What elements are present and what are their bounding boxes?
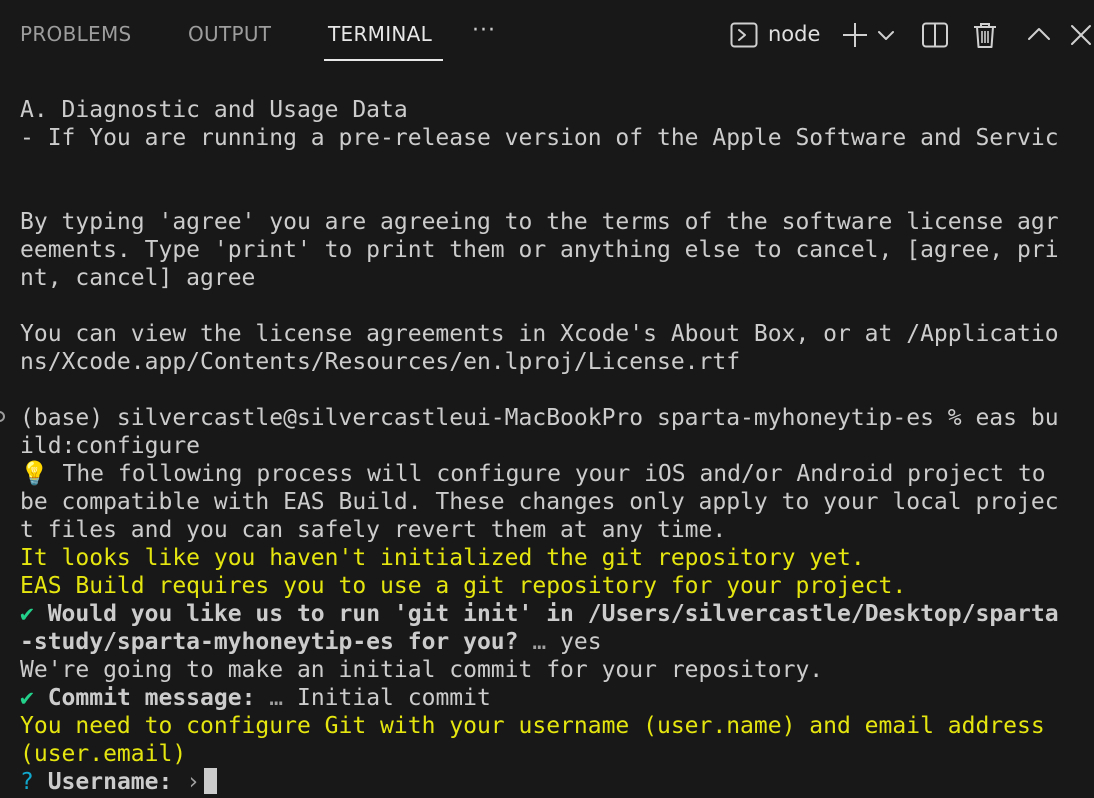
terminal-command-line: (base) silvercastle@silvercastleui-MacBo… — [20, 405, 1059, 431]
tab-terminal[interactable]: TERMINAL — [328, 22, 432, 46]
terminal-warning-line: EAS Build requires you to use a git repo… — [20, 573, 907, 599]
prompt-question: Would you like us to run 'git init' in /… — [33, 601, 1059, 627]
ellipsis-icon: … — [255, 685, 284, 711]
terminal-line: You can view the license agreements in X… — [20, 321, 1059, 347]
terminal-line: By typing 'agree' you are agreeing to th… — [20, 209, 1059, 235]
terminal-warning-line: You need to configure Git with your user… — [20, 713, 1045, 739]
terminal-icon[interactable] — [729, 20, 759, 50]
terminal-line: A. Diagnostic and Usage Data — [20, 97, 408, 123]
terminal-prompt-line: ✔ Would you like us to run 'git init' in… — [20, 600, 1059, 628]
terminal-line: 💡 The following process will configure y… — [20, 460, 1046, 488]
terminal-line: eements. Type 'print' to print them or a… — [20, 237, 1059, 263]
terminal-cursor[interactable] — [204, 768, 218, 794]
terminal-line: ns/Xcode.app/Contents/Resources/en.lproj… — [20, 349, 741, 375]
terminal-line: - If You are running a pre-release versi… — [20, 125, 1059, 151]
active-tab-indicator — [324, 59, 443, 61]
terminal-instance-name[interactable]: node — [768, 22, 820, 46]
question-icon: ? — [20, 769, 34, 795]
tab-problems[interactable]: PROBLEMS — [20, 22, 132, 46]
terminal-warning-line: It looks like you haven't initialized th… — [20, 545, 865, 571]
terminal-input-line[interactable]: ? Username: › — [20, 768, 218, 796]
more-tabs-button[interactable]: ··· — [472, 18, 496, 43]
ellipsis-icon: … — [518, 629, 547, 655]
prompt-answer: yes — [546, 629, 602, 655]
close-icon[interactable] — [1066, 20, 1094, 50]
check-icon: ✔ — [20, 601, 34, 627]
terminal-command-line: ild:configure — [20, 433, 201, 459]
lightbulb-icon: 💡 — [20, 461, 49, 487]
trash-icon[interactable] — [970, 20, 1000, 50]
chevron-up-icon[interactable] — [1024, 20, 1054, 50]
prompt-question: Commit message: — [33, 685, 256, 711]
terminal-text: The following process will configure you… — [48, 461, 1046, 487]
terminal-prompt-line: -study/sparta-myhoneytip-es for you? … y… — [20, 628, 602, 656]
terminal-output[interactable]: A. Diagnostic and Usage Data - If You ar… — [0, 96, 1094, 798]
terminal-line: nt, cancel] agree — [20, 265, 256, 291]
prompt-question: Username: — [33, 769, 173, 795]
terminal-line: be compatible with EAS Build. These chan… — [20, 489, 1059, 515]
split-icon[interactable] — [920, 20, 950, 50]
prompt-answer: Initial commit — [283, 685, 491, 711]
command-decoration-icon[interactable] — [0, 411, 5, 422]
terminal-line: t files and you can safely revert them a… — [20, 517, 727, 543]
terminal-warning-line: (user.email) — [20, 741, 187, 767]
prompt-question: -study/sparta-myhoneytip-es for you? — [20, 629, 519, 655]
terminal-line: We're going to make an initial commit fo… — [20, 657, 824, 683]
tab-output[interactable]: OUTPUT — [188, 22, 271, 46]
check-icon: ✔ — [20, 685, 34, 711]
chevron-down-icon[interactable] — [874, 20, 898, 50]
terminal-prompt-line: ✔ Commit message: … Initial commit — [20, 684, 491, 712]
panel-header: PROBLEMS OUTPUT TERMINAL ··· node — [0, 0, 1094, 70]
chevron-right-icon: › — [172, 769, 201, 795]
plus-icon[interactable] — [840, 20, 870, 50]
